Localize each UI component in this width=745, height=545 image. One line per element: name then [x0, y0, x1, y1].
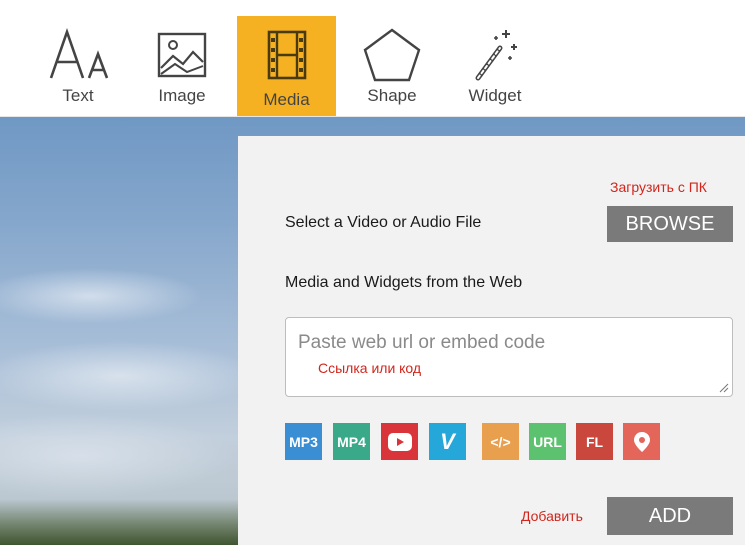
image-icon	[142, 26, 222, 84]
browse-button[interactable]: BROWSE	[607, 206, 733, 242]
youtube-button[interactable]	[381, 423, 418, 460]
add-button[interactable]: ADD	[607, 497, 733, 535]
tool-label: Text	[62, 86, 94, 105]
tool-label: Media	[263, 90, 310, 109]
select-file-label: Select a Video or Audio File	[285, 214, 482, 231]
web-media-label: Media and Widgets from the Web	[285, 274, 523, 291]
mp3-button[interactable]: MP3	[285, 423, 322, 460]
tool-media[interactable]: Media	[237, 16, 336, 116]
vimeo-button[interactable]: V	[429, 423, 466, 460]
tool-label: Shape	[367, 86, 417, 105]
magic-wand-icon	[455, 26, 535, 84]
film-icon	[237, 26, 336, 84]
text-size-icon	[38, 26, 118, 84]
url-input[interactable]: Paste web url or embed code Ссылка или к…	[285, 317, 733, 397]
mp4-button[interactable]: MP4	[333, 423, 370, 460]
upload-hint: Загрузить с ПК	[610, 179, 707, 195]
tool-widget[interactable]: Widget	[455, 16, 535, 116]
toolbar: Text Image Media Shape Widget	[0, 0, 745, 117]
tool-text[interactable]: Text	[38, 16, 118, 116]
map-button[interactable]	[623, 423, 660, 460]
tool-label: Image	[158, 86, 206, 105]
url-button[interactable]: URL	[529, 423, 566, 460]
resize-handle-icon[interactable]	[719, 383, 729, 393]
pentagon-icon	[352, 26, 432, 84]
youtube-icon	[387, 432, 412, 451]
tool-image[interactable]: Image	[142, 16, 222, 116]
embed-code-button[interactable]: </>	[482, 423, 519, 460]
tool-label: Widget	[468, 86, 522, 105]
flash-button[interactable]: FL	[576, 423, 613, 460]
tool-shape[interactable]: Shape	[352, 16, 432, 116]
add-hint: Добавить	[521, 508, 583, 524]
grass-area	[0, 499, 240, 545]
media-panel: Загрузить с ПК Select a Video or Audio F…	[238, 136, 745, 545]
url-placeholder: Paste web url or embed code	[298, 332, 546, 353]
url-hint: Ссылка или код	[318, 360, 422, 376]
map-pin-icon	[633, 431, 650, 452]
